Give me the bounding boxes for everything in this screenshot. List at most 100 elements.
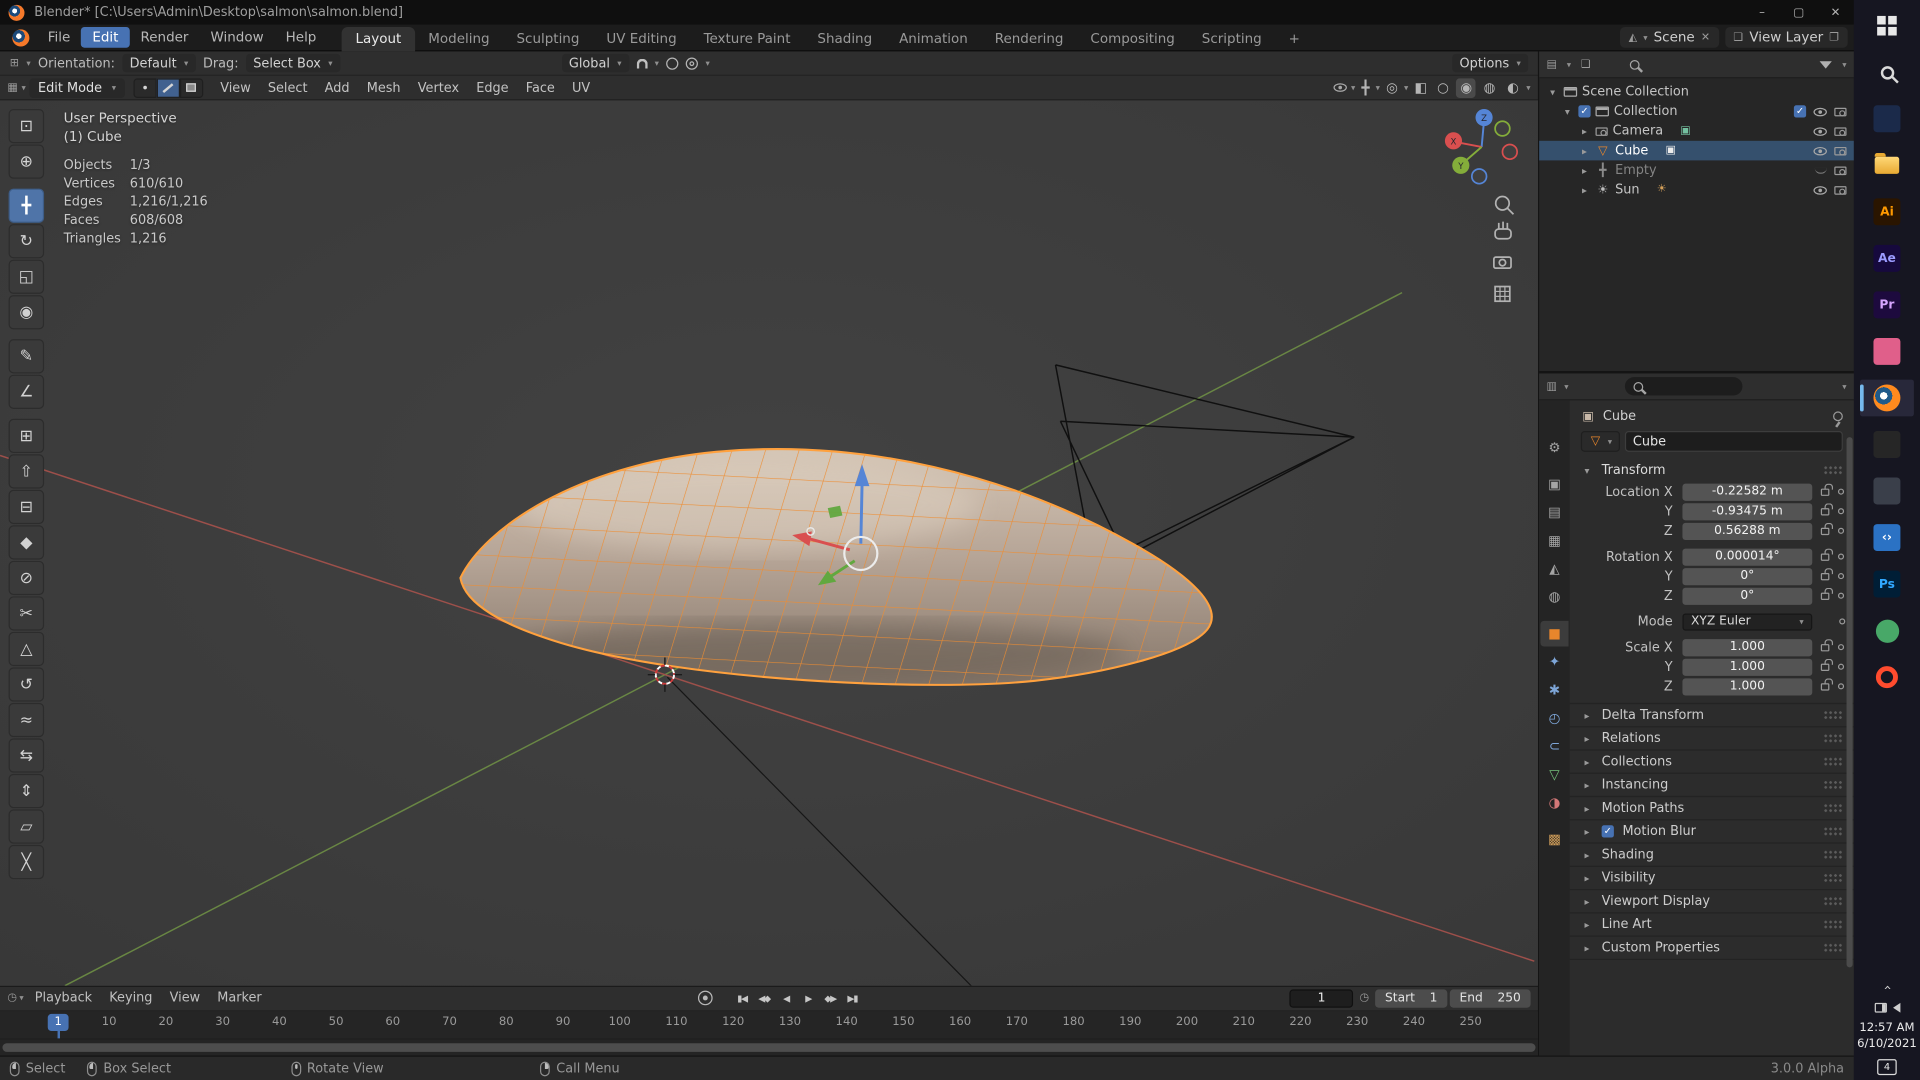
- filter-icon[interactable]: [1820, 60, 1833, 68]
- auto-keying-button[interactable]: [697, 991, 713, 1006]
- unlink-scene-icon[interactable]: ✕: [1701, 31, 1710, 43]
- workspace-tab[interactable]: UV Editing: [593, 26, 690, 50]
- knife-tool[interactable]: ✂: [8, 596, 45, 631]
- gray-app-button[interactable]: [1860, 473, 1914, 510]
- view-layer-selector[interactable]: ❏ View Layer ❐: [1724, 26, 1848, 48]
- Keying[interactable]: Keying: [101, 989, 161, 1009]
- lock-icon[interactable]: [1820, 483, 1834, 496]
- timeline-ruler[interactable]: 10 20 30 40 50 60 70 80 90 100 110 120 130 140 150 160 1…: [0, 1011, 1538, 1040]
- gizmo-toggle-icon[interactable]: ╋: [1359, 80, 1372, 96]
- shading-wireframe-icon[interactable]: ○: [1433, 78, 1453, 98]
- extrude-region-tool[interactable]: ⇧: [8, 454, 45, 489]
- UV[interactable]: UV: [563, 78, 598, 98]
- file-explorer-button[interactable]: [1860, 147, 1914, 184]
- drag-grip-icon[interactable]: [1823, 896, 1843, 907]
- blender-taskbar-button[interactable]: [1859, 379, 1914, 417]
- physics-tab-icon[interactable]: ◴: [1540, 705, 1568, 731]
- maximize-button[interactable]: ▢: [1780, 0, 1817, 24]
- outliner-row-sun[interactable]: ▸ ☀ Sun ☀: [1539, 180, 1854, 200]
- start-button[interactable]: [1860, 7, 1914, 44]
- outliner-row-cube[interactable]: ▸ ▽ Cube ▣: [1539, 140, 1854, 161]
- Motion Blur[interactable]: ▸ Motion Blur: [1569, 820, 1854, 844]
- animate-dot-icon[interactable]: [1837, 527, 1845, 534]
- number-field[interactable]: 1.000: [1682, 638, 1813, 656]
- tool-tab-icon[interactable]: ⚙: [1540, 435, 1568, 461]
- drag-grip-icon[interactable]: [1823, 733, 1843, 744]
- workspace-tab[interactable]: Modeling: [415, 26, 503, 50]
- play-button[interactable]: ▶: [798, 989, 818, 1007]
- animate-dot-icon[interactable]: [1837, 683, 1845, 690]
- render-visibility-icon[interactable]: [1834, 185, 1847, 195]
- render-visibility-icon[interactable]: [1834, 146, 1847, 155]
- current-frame-field[interactable]: 1: [1289, 989, 1354, 1008]
- animate-dot-icon[interactable]: [1837, 553, 1845, 560]
- Playback[interactable]: Playback: [26, 989, 101, 1009]
- green-app-button[interactable]: [1860, 612, 1914, 649]
- Relations[interactable]: ▸ Relations: [1569, 727, 1854, 751]
- texture-tab-icon[interactable]: ▩: [1540, 827, 1568, 853]
- frame-end-field[interactable]: End 250: [1449, 989, 1531, 1008]
- jump-to-end-button[interactable]: ▶▮: [842, 989, 862, 1007]
- mode-dropdown[interactable]: Edit Mode ▾: [29, 77, 125, 98]
- annotate-tool[interactable]: ✎: [8, 339, 45, 374]
- hide-eye-icon[interactable]: [1813, 126, 1827, 136]
- new-view-layer-icon[interactable]: ❐: [1829, 31, 1839, 43]
- editor-type-icon[interactable]: ▦: [7, 81, 17, 93]
- dark-app-button[interactable]: [1860, 426, 1914, 463]
- hide-eye-icon[interactable]: [1813, 146, 1827, 155]
- axis-neg-z-ball[interactable]: [1470, 168, 1488, 185]
- Marker[interactable]: Marker: [209, 989, 271, 1009]
- scale-tool[interactable]: ◱: [8, 259, 45, 294]
- next-keyframe-button[interactable]: ◆▶: [820, 989, 840, 1007]
- scene-selector[interactable]: ◭ ▾ Scene ✕: [1620, 26, 1719, 48]
- xray-toggle-icon[interactable]: ◧: [1412, 80, 1430, 96]
- Help[interactable]: Help: [275, 27, 328, 48]
- frame-start-field[interactable]: Start 1: [1375, 989, 1448, 1008]
- vertex-select-button[interactable]: [133, 77, 157, 98]
- drag-grip-icon[interactable]: [1823, 826, 1843, 837]
- edge-slide-tool[interactable]: ⇆: [8, 738, 45, 773]
- number-field[interactable]: 0°: [1682, 567, 1813, 585]
- particles-tab-icon[interactable]: ✱: [1540, 677, 1568, 703]
- proportional-editing-icon[interactable]: [666, 56, 679, 70]
- Add[interactable]: Add: [316, 78, 358, 98]
- overlays-toggle-icon[interactable]: ◎: [1384, 80, 1401, 96]
- render-visibility-icon[interactable]: [1834, 107, 1847, 116]
- close-button[interactable]: ✕: [1817, 0, 1854, 24]
- output-tab-icon[interactable]: ▤: [1540, 500, 1568, 526]
- lock-icon[interactable]: [1820, 638, 1834, 651]
- drag-grip-icon[interactable]: [1823, 942, 1843, 953]
- hide-eye-icon[interactable]: [1813, 185, 1827, 195]
- number-field[interactable]: 1.000: [1682, 658, 1813, 676]
- lock-icon[interactable]: [1820, 522, 1834, 535]
- rotation-mode-dropdown[interactable]: XYZ Euler ▾: [1682, 612, 1813, 630]
- premiere-button[interactable]: Pr: [1860, 287, 1914, 324]
- render-tab-icon[interactable]: ▣: [1540, 471, 1568, 497]
- titlebar[interactable]: Blender* [C:\Users\Admin\Desktop\salmon\…: [0, 0, 1854, 25]
- Collections[interactable]: ▸ Collections: [1569, 751, 1854, 774]
- Custom Properties[interactable]: ▸ Custom Properties: [1569, 937, 1854, 960]
- Visibility[interactable]: ▸ Visibility: [1569, 867, 1854, 891]
- shear-tool[interactable]: ▱: [8, 809, 45, 844]
- poly-build-tool[interactable]: △: [8, 631, 45, 667]
- outliner-row-collection[interactable]: ▾ Collection: [1539, 102, 1854, 122]
- animate-dot-icon[interactable]: [1837, 592, 1845, 599]
- lock-icon[interactable]: [1820, 677, 1834, 690]
- drag-grip-icon[interactable]: [1823, 873, 1843, 883]
- drag-grip-icon[interactable]: [1823, 919, 1843, 930]
- Face[interactable]: Face: [517, 78, 563, 98]
- render-visibility-icon[interactable]: [1834, 126, 1847, 136]
- lock-icon[interactable]: [1820, 587, 1834, 600]
- transform-panel-header[interactable]: ▾ Transform: [1570, 458, 1854, 482]
- axis-neg-x-ball[interactable]: [1501, 143, 1518, 161]
- lock-icon[interactable]: [1820, 502, 1834, 515]
- shading-solid-icon[interactable]: ◉: [1456, 77, 1477, 98]
- number-field[interactable]: 0.000014°: [1682, 547, 1813, 566]
- workspace-tab[interactable]: Texture Paint: [690, 26, 804, 50]
- animate-dot-icon[interactable]: [1837, 644, 1845, 651]
- photoshop-button[interactable]: Ps: [1860, 566, 1914, 603]
- display-mode-icon[interactable]: ❏: [1581, 58, 1591, 70]
- editor-type-icon[interactable]: ▥: [1547, 380, 1557, 392]
- material-tab-icon[interactable]: ◑: [1540, 790, 1568, 816]
- inset-faces-tool[interactable]: ⊟: [8, 489, 45, 525]
